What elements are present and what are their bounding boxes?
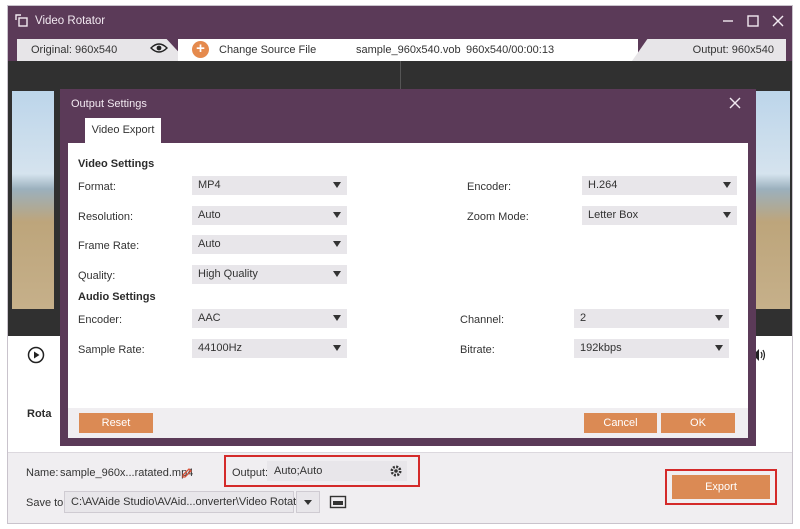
sample-rate-select[interactable]: 44100Hz — [192, 339, 347, 358]
quality-label: Quality: — [78, 270, 116, 282]
output-settings-dialog: Output Settings Video Export Video Setti… — [60, 89, 756, 446]
bitrate-label: Bitrate: — [460, 344, 495, 356]
save-path-field[interactable]: C:\AVAide Studio\AVAid...onverter\Video … — [64, 491, 306, 513]
window-title: Video Rotator — [35, 15, 106, 27]
chevron-down-icon — [333, 315, 341, 321]
dialog-title: Output Settings — [71, 98, 147, 110]
output-settings-highlight: Output: Auto;Auto — [224, 455, 420, 487]
preview-divider — [400, 61, 401, 91]
rotation-label: Rota — [27, 408, 52, 420]
dialog-footer: Reset Cancel OK — [68, 408, 748, 438]
chevron-down-icon — [723, 182, 731, 188]
output-format-field[interactable]: Auto;Auto — [267, 461, 407, 481]
minimize-icon[interactable] — [720, 13, 736, 29]
bottom-bar: Name: sample_960x...ratated.mp4 Output: … — [8, 452, 792, 523]
chevron-down-icon — [333, 345, 341, 351]
format-label: Format: — [78, 181, 116, 193]
play-icon[interactable] — [27, 346, 45, 364]
output-resolution: Output: 960x540 — [692, 44, 774, 56]
maximize-icon[interactable] — [745, 13, 761, 29]
chevron-down-icon — [333, 271, 341, 277]
format-value: MP4 — [198, 179, 221, 191]
change-source-link[interactable]: Change Source File — [219, 44, 316, 56]
resolution-select[interactable]: Auto — [192, 206, 347, 225]
video-settings-heading: Video Settings — [78, 158, 155, 170]
source-bar: + Change Source File sample_960x540.vob … — [178, 39, 638, 61]
info-bar: Original: 960x540 + Change Source File s… — [8, 37, 792, 61]
output-format-value: Auto;Auto — [274, 465, 323, 477]
chevron-down-icon — [304, 500, 312, 505]
save-to-label: Save to: — [26, 497, 67, 509]
original-video-frame — [12, 91, 54, 309]
zoom-mode-label: Zoom Mode: — [467, 211, 529, 223]
video-rotator-window: Video Rotator Original: 960x540 + Change… — [7, 5, 793, 524]
audio-encoder-select[interactable]: AAC — [192, 309, 347, 328]
close-icon[interactable] — [728, 96, 742, 110]
original-resolution: Original: 960x540 — [31, 44, 118, 56]
frame-rate-label: Frame Rate: — [78, 240, 140, 252]
video-encoder-select[interactable]: H.264 — [582, 176, 737, 195]
chevron-down-icon — [333, 182, 341, 188]
audio-encoder-value: AAC — [198, 312, 221, 324]
sample-rate-value: 44100Hz — [198, 342, 243, 354]
rotate-icon — [15, 14, 28, 27]
zoom-mode-select[interactable]: Letter Box — [582, 206, 737, 225]
output-file-name: sample_960x...ratated.mp4 — [60, 467, 194, 479]
tab-video-export[interactable]: Video Export — [85, 118, 161, 143]
chevron-down-icon — [333, 212, 341, 218]
chevron-down-icon — [723, 212, 731, 218]
eye-icon[interactable] — [150, 42, 168, 54]
output-tab: Output: 960x540 — [632, 39, 786, 61]
resolution-label: Resolution: — [78, 211, 134, 223]
quality-value: High Quality — [198, 268, 258, 280]
folder-icon[interactable] — [329, 494, 347, 510]
audio-encoder-label: Encoder: — [78, 314, 123, 326]
video-encoder-label: Encoder: — [467, 181, 512, 193]
export-highlight: Export — [665, 469, 777, 505]
gear-icon[interactable] — [389, 464, 403, 478]
add-icon[interactable]: + — [192, 41, 209, 58]
audio-settings-heading: Audio Settings — [78, 291, 156, 303]
chevron-down-icon — [715, 345, 723, 351]
close-icon[interactable] — [770, 13, 786, 29]
reset-button[interactable]: Reset — [79, 413, 153, 433]
file-dimensions: 960x540/00:00:13 — [466, 44, 555, 56]
frame-rate-select[interactable]: Auto — [192, 235, 347, 254]
save-path-value: C:\AVAide Studio\AVAid...onverter\Video … — [71, 496, 306, 508]
channel-value: 2 — [580, 312, 587, 324]
export-button[interactable]: Export — [672, 475, 770, 499]
title-bar: Video Rotator — [8, 6, 792, 37]
video-encoder-value: H.264 — [588, 179, 618, 191]
resolution-value: Auto — [198, 209, 221, 221]
output-label: Output: — [232, 467, 269, 479]
zoom-mode-value: Letter Box — [588, 209, 639, 221]
ok-button[interactable]: OK — [661, 413, 735, 433]
quality-select[interactable]: High Quality — [192, 265, 347, 284]
format-select[interactable]: MP4 — [192, 176, 347, 195]
sample-rate-label: Sample Rate: — [78, 344, 145, 356]
bitrate-select[interactable]: 192kbps — [574, 339, 729, 358]
cancel-button[interactable]: Cancel — [584, 413, 657, 433]
file-name: sample_960x540.vob — [356, 44, 461, 56]
chevron-down-icon — [333, 241, 341, 247]
dialog-body: Video Settings Format: MP4 Resolution: A… — [68, 143, 748, 408]
save-path-dropdown[interactable] — [296, 491, 320, 513]
screenshot: Video Rotator Original: 960x540 + Change… — [0, 0, 800, 529]
chevron-down-icon — [715, 315, 723, 321]
channel-select[interactable]: 2 — [574, 309, 729, 328]
edit-icon[interactable] — [181, 466, 193, 478]
bitrate-value: 192kbps — [580, 342, 622, 354]
name-label: Name: — [26, 467, 59, 479]
channel-label: Channel: — [460, 314, 505, 326]
frame-rate-value: Auto — [198, 238, 221, 250]
